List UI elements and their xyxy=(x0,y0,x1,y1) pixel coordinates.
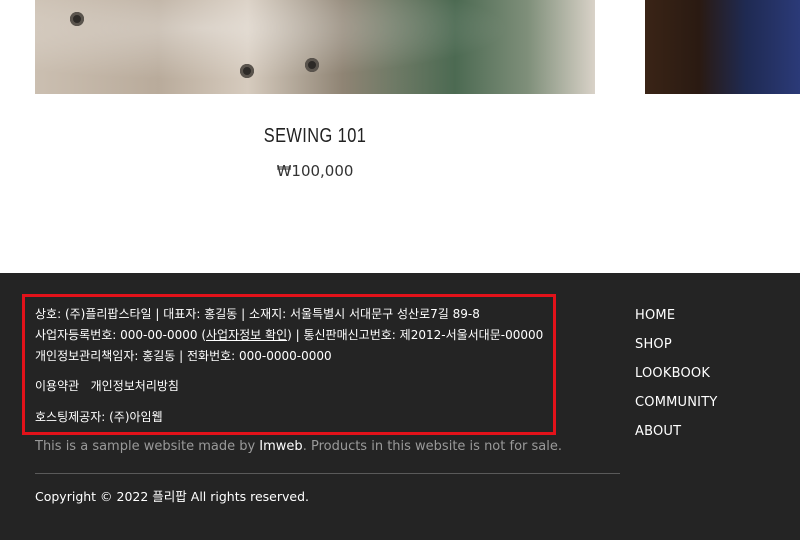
hosting-info: 호스팅제공자: (주)아임웹 xyxy=(35,410,163,424)
mannequin-detail xyxy=(305,58,319,72)
product-image-next[interactable] xyxy=(645,0,800,94)
policy-links: 이용약관 개인정보처리방침 xyxy=(35,377,179,394)
registration-info-line: 사업자등록번호: 000-00-0000 (사업자정보 확인) | 통신판매신고… xyxy=(35,326,543,343)
mannequin-detail xyxy=(240,64,254,78)
privacy-manager-line: 개인정보관리책임자: 홍길동 | 전화번호: 000-0000-0000 xyxy=(35,349,332,363)
registration-text: 사업자등록번호: 000-00-0000 ( xyxy=(35,328,207,342)
product-price: ₩100,000 xyxy=(276,162,354,180)
privacy-policy-link[interactable]: 개인정보처리방침 xyxy=(91,379,179,393)
business-info-link[interactable]: 사업자정보 확인 xyxy=(206,328,287,342)
nav-home[interactable]: HOME xyxy=(635,307,718,336)
product-image[interactable] xyxy=(35,0,595,94)
nav-shop[interactable]: SHOP xyxy=(635,336,718,365)
nav-community[interactable]: COMMUNITY xyxy=(635,394,718,423)
product-image-shade xyxy=(35,0,595,94)
footer-nav: HOME SHOP LOOKBOOK COMMUNITY ABOUT xyxy=(635,307,718,452)
registration-text-tail: ) | 통신판매신고번호: 제2012-서울서대문-00000 xyxy=(287,328,544,342)
nav-about[interactable]: ABOUT xyxy=(635,423,718,452)
mannequin-detail xyxy=(70,12,84,26)
terms-link[interactable]: 이용약관 xyxy=(35,379,79,393)
footer-divider xyxy=(35,473,620,474)
company-info-line: 상호: (주)플리팝스타일 | 대표자: 홍길동 | 소재지: 서울특별시 서대… xyxy=(35,307,480,321)
nav-lookbook[interactable]: LOOKBOOK xyxy=(635,365,718,394)
sample-notice-text: This is a sample website made by xyxy=(35,439,260,454)
site-footer: 상호: (주)플리팝스타일 | 대표자: 홍길동 | 소재지: 서울특별시 서대… xyxy=(0,273,800,540)
product-title[interactable]: SEWING 101 xyxy=(85,125,544,148)
imweb-link[interactable]: Imweb xyxy=(259,439,302,454)
sample-notice: This is a sample website made by Imweb. … xyxy=(35,439,562,454)
sample-notice-tail: . Products in this website is not for sa… xyxy=(302,439,562,454)
copyright: Copyright © 2022 플리팝 All rights reserved… xyxy=(35,489,310,504)
